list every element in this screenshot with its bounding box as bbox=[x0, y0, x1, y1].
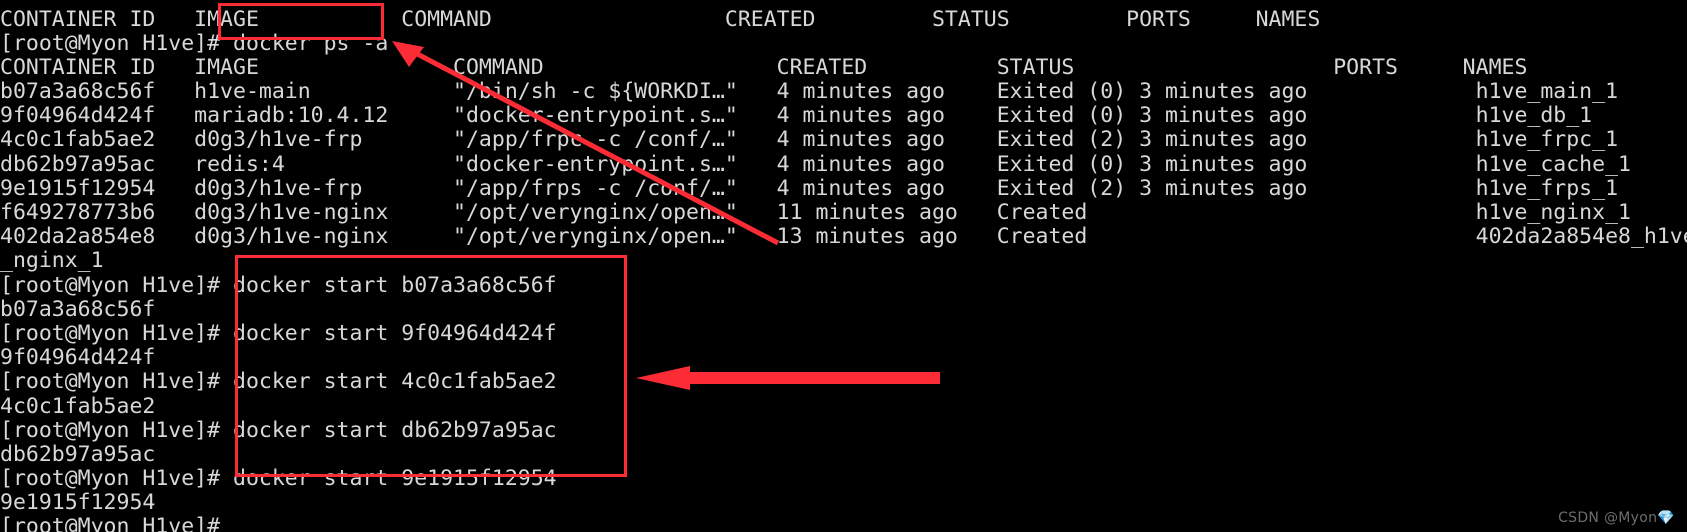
terminal-line: CONTAINER ID IMAGE COMMAND CREATED STATU… bbox=[0, 6, 1321, 32]
terminal-line-output: 4c0c1fab5ae2 bbox=[0, 393, 156, 419]
table-row: f649278773b6 d0g3/h1ve-nginx "/opt/veryn… bbox=[0, 200, 1631, 225]
terminal-line-command-start: [root@Myon H1ve]# docker start 9f04964d4… bbox=[0, 320, 557, 346]
table-row: 402da2a854e8 d0g3/h1ve-nginx "/opt/veryn… bbox=[0, 224, 1687, 250]
table-row-wrap: _nginx_1 bbox=[0, 248, 104, 274]
table-row: 9e1915f12954 d0g3/h1ve-frp "/app/frps -c… bbox=[0, 175, 1619, 201]
terminal-line-output: 9e1915f12954 bbox=[0, 490, 156, 516]
terminal-screenshot: CONTAINER ID IMAGE COMMAND CREATED STATU… bbox=[0, 0, 1687, 532]
table-row: b07a3a68c56f h1ve-main "/bin/sh -c ${WOR… bbox=[0, 79, 1619, 105]
table-row: 9f04964d424f mariadb:10.4.12 "docker-ent… bbox=[0, 103, 1593, 129]
terminal-prompt-line: [root@Myon H1ve]# bbox=[0, 514, 233, 532]
terminal-line-command-start: [root@Myon H1ve]# docker start 9e1915f12… bbox=[0, 466, 557, 492]
terminal-output[interactable]: CONTAINER ID IMAGE COMMAND CREATED STATU… bbox=[0, 6, 1687, 532]
terminal-line-command-ps: [root@Myon H1ve]# docker ps -a bbox=[0, 30, 389, 56]
watermark-label: CSDN @Myon💎 bbox=[1558, 510, 1675, 526]
terminal-line-output: 9f04964d424f bbox=[0, 345, 156, 371]
terminal-line-output: b07a3a68c56f bbox=[0, 296, 156, 322]
table-row: db62b97a95ac redis:4 "docker-entrypoint.… bbox=[0, 151, 1631, 177]
terminal-line-command-start: [root@Myon H1ve]# docker start 4c0c1fab5… bbox=[0, 369, 557, 395]
terminal-line-output: db62b97a95ac bbox=[0, 441, 156, 467]
terminal-line-command-start: [root@Myon H1ve]# docker start db62b97a9… bbox=[0, 417, 557, 443]
table-header-row: CONTAINER ID IMAGE COMMAND CREATED STATU… bbox=[0, 54, 1528, 80]
table-row: 4c0c1fab5ae2 d0g3/h1ve-frp "/app/frpc -c… bbox=[0, 127, 1619, 153]
terminal-line-command-start: [root@Myon H1ve]# docker start b07a3a68c… bbox=[0, 272, 557, 298]
